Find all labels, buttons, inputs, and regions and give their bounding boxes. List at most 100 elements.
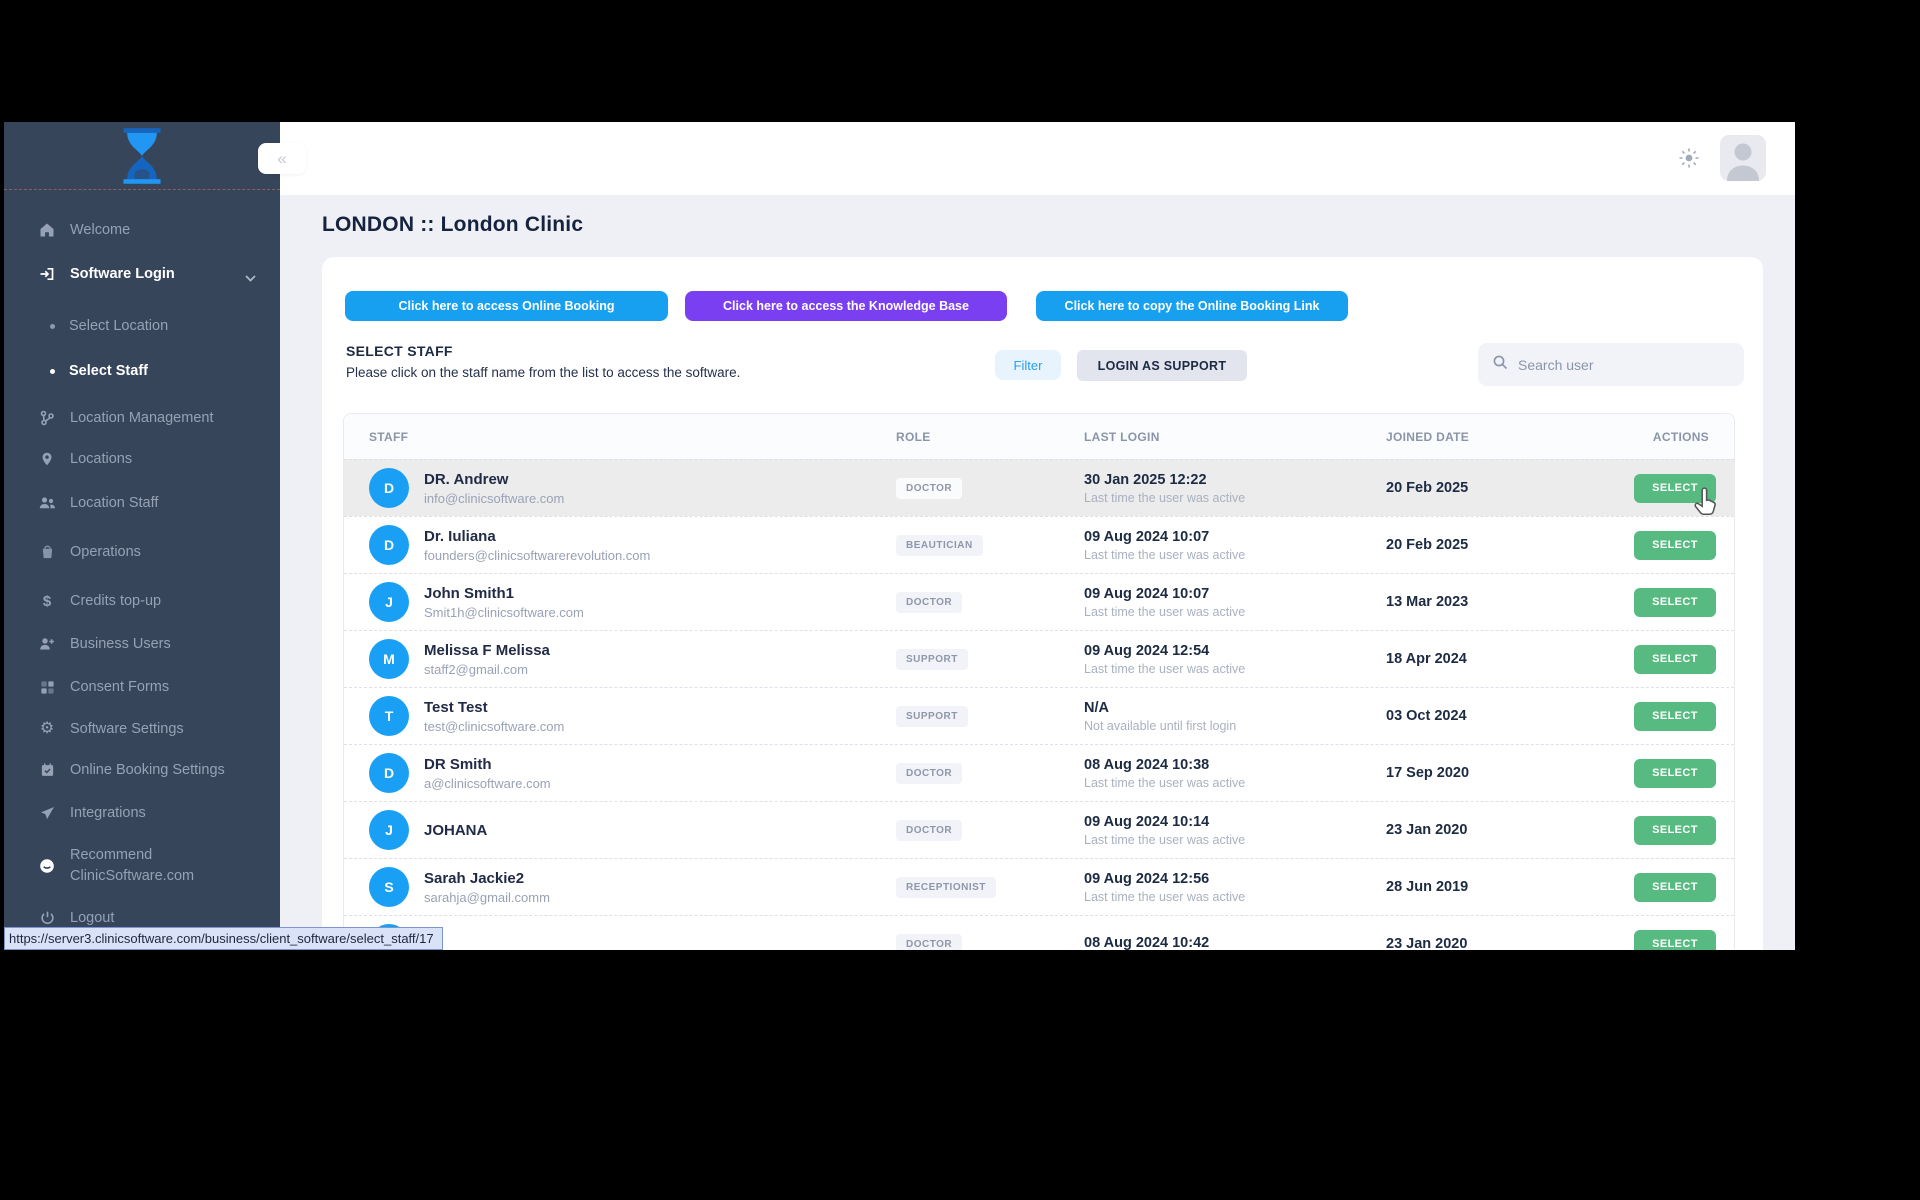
avatar: D bbox=[369, 753, 409, 793]
staff-name[interactable]: Sarah Jackie2 bbox=[424, 870, 550, 887]
table-row[interactable]: J JOHANA DOCTOR 09 Aug 2024 10:14 Last t… bbox=[344, 801, 1734, 858]
col-header-joined-date: JOINED DATE bbox=[1356, 430, 1586, 444]
sidebar-item-location-staff[interactable]: Location Staff bbox=[4, 483, 280, 523]
bullet-icon bbox=[50, 369, 55, 374]
sidebar-item-software-login[interactable]: Software Login bbox=[4, 254, 280, 294]
sidebar-item-recommend[interactable]: Recommend ClinicSoftware.com bbox=[4, 838, 280, 894]
staff-name[interactable]: Dr. Iuliana bbox=[424, 528, 650, 545]
user-plus-icon bbox=[37, 636, 57, 652]
table-row[interactable]: S Sarah Jackie2 sarahja@gmail.comm RECEP… bbox=[344, 858, 1734, 915]
role-badge: DOCTOR bbox=[896, 763, 962, 784]
joined-date: 20 Feb 2025 bbox=[1356, 480, 1586, 496]
sidebar-item-operations[interactable]: Operations bbox=[4, 532, 280, 572]
avatar: T bbox=[369, 696, 409, 736]
select-button[interactable]: SELECT bbox=[1634, 759, 1716, 788]
sidebar-item-label: Locations bbox=[70, 451, 132, 467]
role-badge: SUPPORT bbox=[896, 706, 968, 727]
sidebar-item-label: Online Booking Settings bbox=[70, 762, 225, 778]
staff-name[interactable]: Melissa F Melissa bbox=[424, 642, 550, 659]
table-row[interactable]: D Dr. Iuliana founders@clinicsoftwarerev… bbox=[344, 516, 1734, 573]
sidebar-item-consent-forms[interactable]: Consent Forms bbox=[4, 667, 280, 707]
theme-toggle-icon[interactable] bbox=[1678, 147, 1700, 174]
table-row[interactable]: DOCTOR 08 Aug 2024 10:42 23 Jan 2020 SEL… bbox=[344, 915, 1734, 950]
sitemap-icon bbox=[37, 410, 57, 426]
staff-name[interactable]: DR. Andrew bbox=[424, 471, 564, 488]
role-badge: RECEPTIONIST bbox=[896, 877, 996, 898]
collapse-chevrons-icon: « bbox=[277, 149, 286, 169]
select-button[interactable]: SELECT bbox=[1634, 702, 1716, 731]
staff-name[interactable]: DR Smith bbox=[424, 756, 551, 773]
sidebar-item-label: Software Settings bbox=[70, 721, 184, 737]
last-login-note: Last time the user was active bbox=[1084, 491, 1356, 505]
sidebar-item-select-staff[interactable]: Select Staff bbox=[4, 351, 280, 391]
role-badge: DOCTOR bbox=[896, 478, 962, 499]
last-login-note: Last time the user was active bbox=[1084, 662, 1356, 676]
home-icon bbox=[37, 222, 57, 238]
table-row[interactable]: J John Smith1 Smit1h@clinicsoftware.com … bbox=[344, 573, 1734, 630]
select-button[interactable]: SELECT bbox=[1634, 930, 1716, 951]
search-icon bbox=[1492, 354, 1508, 375]
select-button[interactable]: SELECT bbox=[1634, 645, 1716, 674]
user-avatar[interactable] bbox=[1720, 135, 1766, 181]
search-input[interactable] bbox=[1518, 357, 1718, 373]
sidebar-item-select-location[interactable]: Select Location bbox=[4, 306, 280, 346]
people-icon bbox=[37, 495, 57, 511]
role-badge: DOCTOR bbox=[896, 934, 962, 951]
last-login-note: Last time the user was active bbox=[1084, 548, 1356, 562]
sidebar-item-online-booking-settings[interactable]: Online Booking Settings bbox=[4, 750, 280, 790]
sidebar-item-label: Select Location bbox=[69, 318, 168, 334]
top-header bbox=[280, 122, 1795, 195]
role-badge: BEAUTICIAN bbox=[896, 535, 983, 556]
role-badge: DOCTOR bbox=[896, 820, 962, 841]
avatar: D bbox=[369, 525, 409, 565]
sidebar-collapse-button[interactable]: « bbox=[258, 143, 306, 174]
filter-button[interactable]: Filter bbox=[995, 350, 1061, 380]
staff-name[interactable]: John Smith1 bbox=[424, 585, 584, 602]
sidebar-item-credits-top-up[interactable]: $ Credits top-up bbox=[4, 581, 280, 621]
table-header-row: STAFF ROLE LAST LOGIN JOINED DATE ACTION… bbox=[344, 414, 1734, 459]
sidebar-item-label: Logout bbox=[70, 910, 114, 926]
last-login: 09 Aug 2024 10:14 bbox=[1084, 814, 1356, 830]
sidebar-item-locations[interactable]: Locations bbox=[4, 439, 280, 479]
sidebar: Welcome Software Login Select Location S… bbox=[4, 122, 280, 950]
app-window: Welcome Software Login Select Location S… bbox=[4, 122, 1795, 950]
sidebar-item-label: Software Login bbox=[70, 266, 175, 282]
sidebar-item-integrations[interactable]: Integrations bbox=[4, 793, 280, 833]
table-row[interactable]: M Melissa F Melissa staff2@gmail.com SUP… bbox=[344, 630, 1734, 687]
select-button[interactable]: SELECT bbox=[1634, 588, 1716, 617]
sidebar-item-welcome[interactable]: Welcome bbox=[4, 210, 280, 250]
login-as-support-button[interactable]: LOGIN AS SUPPORT bbox=[1077, 350, 1247, 381]
table-row[interactable]: T Test Test test@clinicsoftware.com SUPP… bbox=[344, 687, 1734, 744]
joined-date: 23 Jan 2020 bbox=[1356, 822, 1586, 838]
search-box bbox=[1478, 343, 1744, 386]
hand-cursor-icon bbox=[1692, 487, 1719, 523]
logo bbox=[4, 122, 280, 190]
staff-email: info@clinicsoftware.com bbox=[424, 491, 564, 506]
select-button[interactable]: SELECT bbox=[1634, 873, 1716, 902]
select-button[interactable]: SELECT bbox=[1634, 816, 1716, 845]
last-login: 09 Aug 2024 12:54 bbox=[1084, 643, 1356, 659]
sidebar-item-business-users[interactable]: Business Users bbox=[4, 624, 280, 664]
last-login: 09 Aug 2024 10:07 bbox=[1084, 529, 1356, 545]
access-online-booking-button[interactable]: Click here to access Online Booking bbox=[345, 291, 668, 321]
select-button[interactable]: SELECT bbox=[1634, 531, 1716, 560]
table-row[interactable]: D DR. Andrew info@clinicsoftware.com DOC… bbox=[344, 459, 1734, 516]
role-badge: SUPPORT bbox=[896, 649, 968, 670]
sidebar-item-label: Welcome bbox=[70, 222, 130, 238]
select-staff-card: Click here to access Online Booking Clic… bbox=[322, 257, 1763, 950]
joined-date: 17 Sep 2020 bbox=[1356, 765, 1586, 781]
table-row[interactable]: D DR Smith a@clinicsoftware.com DOCTOR 0… bbox=[344, 744, 1734, 801]
avatar: S bbox=[369, 867, 409, 907]
sidebar-item-software-settings[interactable]: ⚙ Software Settings bbox=[4, 709, 280, 749]
staff-name[interactable]: JOHANA bbox=[424, 822, 487, 839]
avatar: J bbox=[369, 810, 409, 850]
access-knowledge-base-button[interactable]: Click here to access the Knowledge Base bbox=[685, 291, 1007, 321]
map-pin-icon bbox=[37, 451, 57, 467]
sidebar-item-location-management[interactable]: Location Management bbox=[4, 398, 280, 438]
hourglass-logo-icon bbox=[117, 128, 167, 184]
staff-name[interactable]: Test Test bbox=[424, 699, 564, 716]
avatar: M bbox=[369, 639, 409, 679]
staff-email: sarahja@gmail.comm bbox=[424, 890, 550, 905]
avatar: J bbox=[369, 582, 409, 622]
copy-online-booking-link-button[interactable]: Click here to copy the Online Booking Li… bbox=[1036, 291, 1348, 321]
